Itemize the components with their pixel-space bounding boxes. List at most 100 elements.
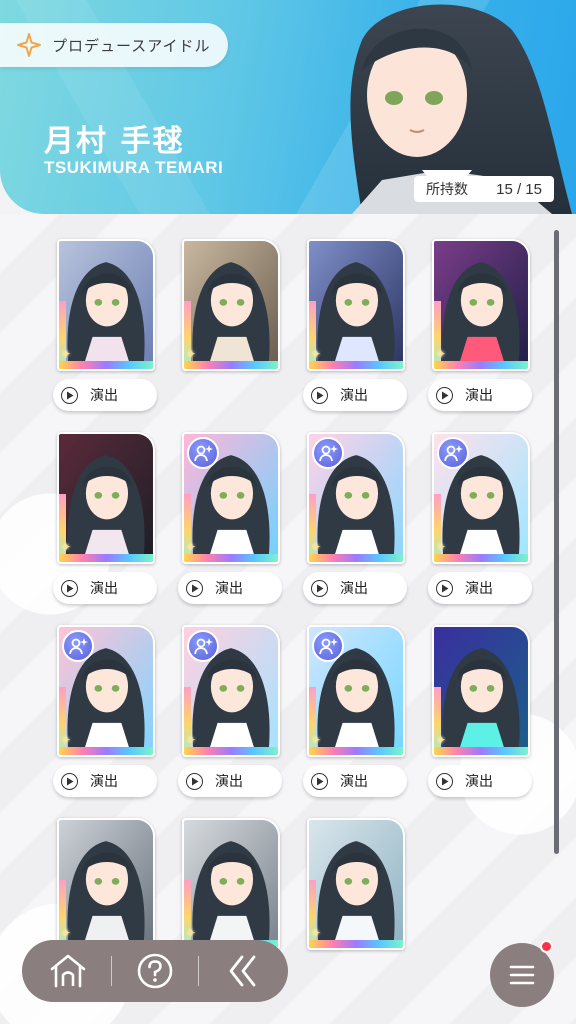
nav-separator <box>111 956 113 986</box>
rarity-rainbow <box>184 747 278 755</box>
idol-badge-icon <box>187 437 219 469</box>
play-icon <box>61 386 78 404</box>
play-icon <box>186 772 203 790</box>
help-button[interactable] <box>129 945 181 997</box>
play-label: 演出 <box>90 388 118 404</box>
play-label: 演出 <box>465 388 493 404</box>
rarity-rainbow <box>309 554 403 562</box>
rarity-rainbow <box>434 747 528 755</box>
card-art <box>184 241 278 368</box>
back-button[interactable] <box>216 945 268 997</box>
play-label: 演出 <box>90 774 118 790</box>
play-performance-button[interactable]: 演出 <box>303 572 407 604</box>
play-icon <box>311 772 328 790</box>
star-icon: ✦ <box>186 347 197 361</box>
idol-card[interactable]: ✦ <box>57 432 155 564</box>
card-grid: ✦ 演出 ✦ ✦ 演出 ✦ 演出 ✦ 演出 ✦ 演出 ✦ 演出 ✦ 演出 ✦ 演出 ✦ 演出 ✦ 演出 ✦ 演出 ✦ ✦ ✦ <box>0 0 576 1024</box>
idol-card[interactable]: ✦ <box>432 625 530 757</box>
star-icon: ✦ <box>436 347 447 361</box>
idol-card[interactable]: ✦ <box>432 432 530 564</box>
rarity-rainbow <box>184 361 278 369</box>
star-icon: ✦ <box>436 540 447 554</box>
star-icon: ✦ <box>186 926 197 940</box>
menu-icon <box>509 965 535 985</box>
play-label: 演出 <box>340 388 368 404</box>
play-icon <box>186 579 203 597</box>
idol-card[interactable]: ✦ <box>307 818 405 950</box>
play-performance-button[interactable]: 演出 <box>303 765 407 797</box>
card-art <box>309 820 403 947</box>
play-icon <box>311 579 328 597</box>
star-icon: ✦ <box>61 926 72 940</box>
play-label: 演出 <box>215 774 243 790</box>
rarity-rainbow <box>59 554 153 562</box>
star-icon: ✦ <box>61 540 72 554</box>
idol-card[interactable]: ✦ <box>57 239 155 371</box>
card-art <box>59 434 153 561</box>
idol-card[interactable]: ✦ <box>182 625 280 757</box>
play-performance-button[interactable]: 演出 <box>428 765 532 797</box>
play-performance-button[interactable]: 演出 <box>53 379 157 411</box>
play-label: 演出 <box>215 581 243 597</box>
idol-badge-icon <box>312 630 344 662</box>
idol-badge-icon <box>312 437 344 469</box>
play-label: 演出 <box>90 581 118 597</box>
play-performance-button[interactable]: 演出 <box>428 572 532 604</box>
play-icon <box>311 386 328 404</box>
rarity-rainbow <box>184 554 278 562</box>
star-icon: ✦ <box>311 540 322 554</box>
help-icon <box>137 953 173 989</box>
play-performance-button[interactable]: 演出 <box>303 379 407 411</box>
scrollbar[interactable] <box>554 230 559 854</box>
idol-card[interactable]: ✦ <box>307 432 405 564</box>
star-icon: ✦ <box>311 733 322 747</box>
card-art <box>184 820 278 947</box>
idol-badge-icon <box>187 630 219 662</box>
idol-card[interactable]: ✦ <box>182 432 280 564</box>
rarity-rainbow <box>59 361 153 369</box>
idol-card[interactable]: ✦ <box>182 818 280 950</box>
idol-card[interactable]: ✦ <box>432 239 530 371</box>
idol-card[interactable]: ✦ <box>307 239 405 371</box>
play-label: 演出 <box>340 581 368 597</box>
star-icon: ✦ <box>186 733 197 747</box>
rarity-rainbow <box>434 554 528 562</box>
play-icon <box>61 772 78 790</box>
rarity-rainbow <box>309 940 403 948</box>
play-icon <box>436 772 453 790</box>
star-icon: ✦ <box>436 733 447 747</box>
idol-card[interactable]: ✦ <box>182 239 280 371</box>
idol-badge-icon <box>437 437 469 469</box>
star-icon: ✦ <box>311 926 322 940</box>
star-icon: ✦ <box>61 733 72 747</box>
card-art <box>434 241 528 368</box>
star-icon: ✦ <box>61 347 72 361</box>
rarity-rainbow <box>434 361 528 369</box>
idol-card[interactable]: ✦ <box>57 818 155 950</box>
play-performance-button[interactable]: 演出 <box>428 379 532 411</box>
card-art <box>309 241 403 368</box>
home-icon <box>51 954 86 988</box>
idol-card[interactable]: ✦ <box>57 625 155 757</box>
nav-separator <box>197 956 199 986</box>
play-label: 演出 <box>465 581 493 597</box>
card-art <box>434 627 528 754</box>
play-performance-button[interactable]: 演出 <box>53 572 157 604</box>
rarity-rainbow <box>59 747 153 755</box>
play-performance-button[interactable]: 演出 <box>178 572 282 604</box>
home-button[interactable] <box>42 945 94 997</box>
card-art <box>59 820 153 947</box>
notification-dot <box>540 940 553 953</box>
bottom-nav <box>22 940 288 1002</box>
rarity-rainbow <box>309 747 403 755</box>
play-performance-button[interactable]: 演出 <box>178 765 282 797</box>
play-label: 演出 <box>465 774 493 790</box>
play-icon <box>61 579 78 597</box>
idol-card[interactable]: ✦ <box>307 625 405 757</box>
idol-badge-icon <box>62 630 94 662</box>
back-icon <box>229 955 255 987</box>
play-label: 演出 <box>340 774 368 790</box>
play-icon <box>436 579 453 597</box>
card-art <box>59 241 153 368</box>
play-performance-button[interactable]: 演出 <box>53 765 157 797</box>
